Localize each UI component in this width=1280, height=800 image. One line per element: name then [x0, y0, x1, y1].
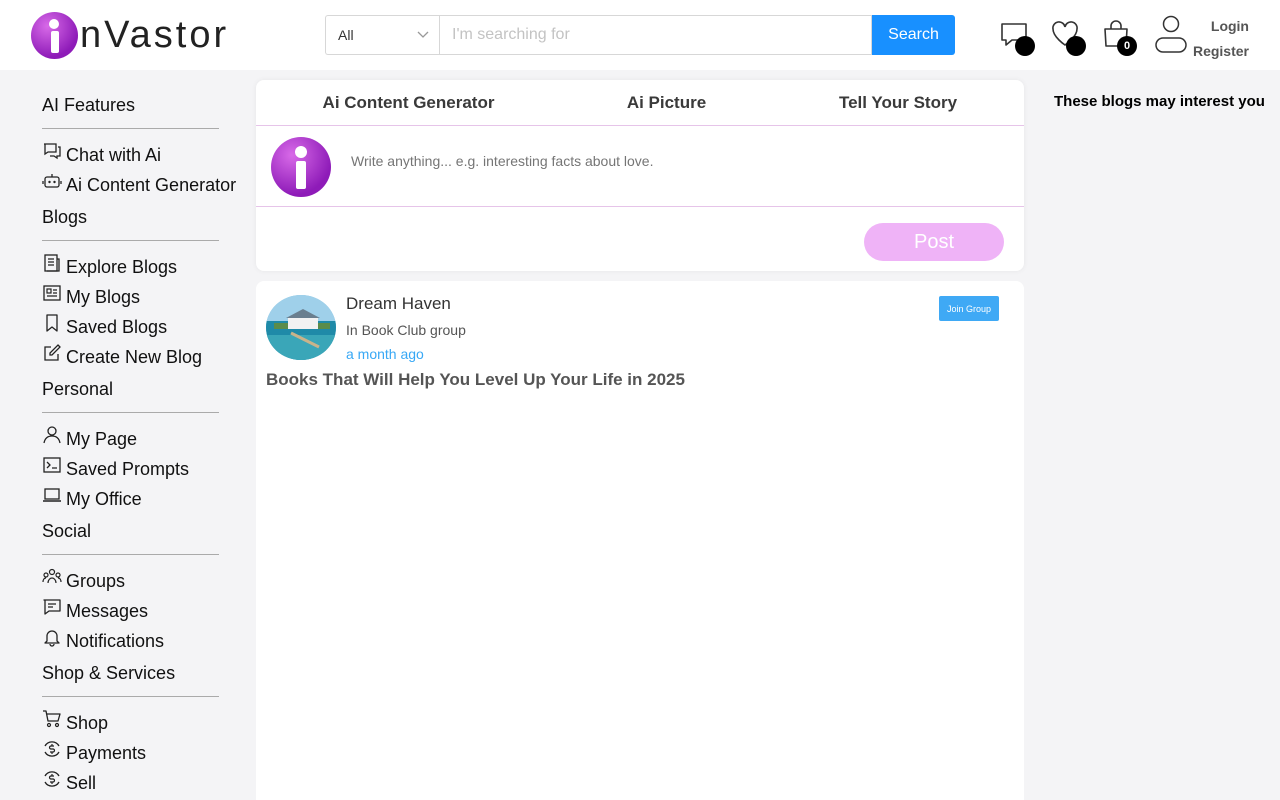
beach-house-image [266, 295, 336, 360]
composer-tabs: Ai Content Generator Ai Picture Tell You… [256, 80, 1024, 126]
suggested-blogs-title: These blogs may interest you [1054, 93, 1265, 110]
message-icon [43, 599, 61, 615]
sidebar-item-label: My Page [66, 428, 138, 449]
edit-icon [44, 344, 61, 361]
divider [42, 696, 219, 697]
post-composer: Ai Content Generator Ai Picture Tell You… [256, 80, 1024, 271]
search-input[interactable] [439, 15, 872, 55]
tab-ai-content-generator[interactable]: Ai Content Generator [256, 80, 561, 125]
sidebar-item-messages[interactable]: Messages [42, 596, 252, 626]
bookmark-icon [46, 314, 58, 332]
dollar-cycle-icon [44, 741, 60, 757]
sidebar-item-shop[interactable]: Shop [42, 708, 252, 738]
sidebar-item-groups[interactable]: Groups [42, 566, 252, 596]
messages-badge [1015, 36, 1035, 56]
sidebar-item-my-office[interactable]: My Office [42, 484, 252, 514]
section-title-shop-services: Shop & Services [42, 663, 176, 683]
top-header: nVastor All Search 0 Login Register [0, 0, 1280, 70]
sidebar-item-label: Explore Blogs [66, 256, 178, 277]
left-sidebar: AI Features Chat with Ai Ai Content Gene… [42, 92, 252, 798]
sidebar-item-label: Ai Content Generator [66, 174, 237, 195]
group-icon [42, 568, 62, 584]
sidebar-item-label: My Blogs [66, 286, 141, 307]
sidebar-item-saved-prompts[interactable]: Saved Prompts [42, 454, 252, 484]
sidebar-item-label: Payments [66, 742, 147, 763]
sidebar-item-notifications[interactable]: Notifications [42, 626, 252, 656]
sidebar-item-label: Chat with Ai [66, 144, 162, 165]
search-category-select[interactable]: All [325, 15, 439, 55]
sidebar-item-payments[interactable]: Payments [42, 738, 252, 768]
terminal-icon [43, 457, 61, 473]
dollar-cycle-icon [44, 771, 60, 787]
newspaper-icon [44, 254, 60, 272]
register-link[interactable]: Register [1192, 39, 1249, 64]
group-avatar[interactable] [266, 295, 336, 360]
chat-icon [44, 143, 61, 160]
article-icon [43, 285, 61, 301]
messages-button[interactable] [998, 18, 1035, 56]
sidebar-item-label: My Office [66, 488, 142, 509]
post-button[interactable]: Post [864, 223, 1004, 261]
user-icon [1155, 15, 1187, 53]
tab-tell-your-story[interactable]: Tell Your Story [772, 80, 1024, 125]
cart-count-badge: 0 [1117, 36, 1137, 56]
sidebar-item-explore-blogs[interactable]: Explore Blogs [42, 252, 252, 282]
section-title-ai-features: AI Features [42, 95, 136, 115]
search-bar: All Search [325, 15, 955, 55]
cart-icon [43, 710, 61, 728]
tab-ai-picture[interactable]: Ai Picture [561, 80, 772, 125]
composer-body [256, 127, 1024, 207]
search-category-value: All [338, 27, 354, 43]
logo-mark-icon [31, 11, 78, 59]
divider [42, 554, 219, 555]
post-title[interactable]: Books That Will Help You Level Up Your L… [266, 370, 685, 390]
sidebar-item-label: Messages [66, 600, 149, 621]
avatar [271, 137, 331, 197]
account-menu: Login Register [1154, 14, 1254, 59]
laptop-icon [43, 488, 61, 502]
search-button[interactable]: Search [872, 15, 955, 55]
sidebar-item-label: Sell [66, 772, 97, 793]
post-author[interactable]: Dream Haven [346, 294, 451, 314]
sidebar-item-label: Shop [66, 712, 109, 733]
sidebar-item-create-new-blog[interactable]: Create New Blog [42, 342, 252, 372]
section-title-personal: Personal [42, 379, 114, 399]
composer-input[interactable] [351, 153, 951, 169]
brand-logo[interactable]: nVastor [31, 11, 229, 59]
blog-feed: Dream Haven In Book Club group a month a… [256, 281, 1024, 800]
post-group: In Book Club group [346, 322, 466, 338]
cart-button[interactable]: 0 [1100, 18, 1137, 56]
robot-icon [42, 174, 62, 188]
wishlist-badge [1066, 36, 1086, 56]
divider [42, 240, 219, 241]
sidebar-item-sell[interactable]: Sell [42, 768, 252, 798]
post-timestamp[interactable]: a month ago [346, 346, 424, 362]
sidebar-item-my-page[interactable]: My Page [42, 424, 252, 454]
sidebar-item-label: Saved Blogs [66, 316, 168, 337]
bell-icon [44, 630, 60, 647]
wishlist-button[interactable] [1049, 18, 1086, 56]
sidebar-item-label: Saved Prompts [66, 458, 190, 479]
sidebar-item-ai-content-generator[interactable]: Ai Content Generator [42, 170, 252, 200]
divider [42, 128, 219, 129]
login-link[interactable]: Login [1192, 14, 1249, 39]
sidebar-item-label: Groups [66, 570, 126, 591]
sidebar-item-chat-with-ai[interactable]: Chat with Ai [42, 140, 252, 170]
sidebar-item-my-blogs[interactable]: My Blogs [42, 282, 252, 312]
chevron-down-icon [417, 31, 429, 38]
section-title-blogs: Blogs [42, 207, 88, 227]
sidebar-item-label: Notifications [66, 630, 165, 651]
sidebar-item-label: Create New Blog [66, 346, 203, 367]
sidebar-item-saved-blogs[interactable]: Saved Blogs [42, 312, 252, 342]
section-title-social: Social [42, 521, 92, 541]
join-group-button[interactable]: Join Group [939, 296, 999, 321]
user-icon [43, 426, 61, 444]
logo-text: nVastor [80, 13, 230, 56]
divider [42, 412, 219, 413]
